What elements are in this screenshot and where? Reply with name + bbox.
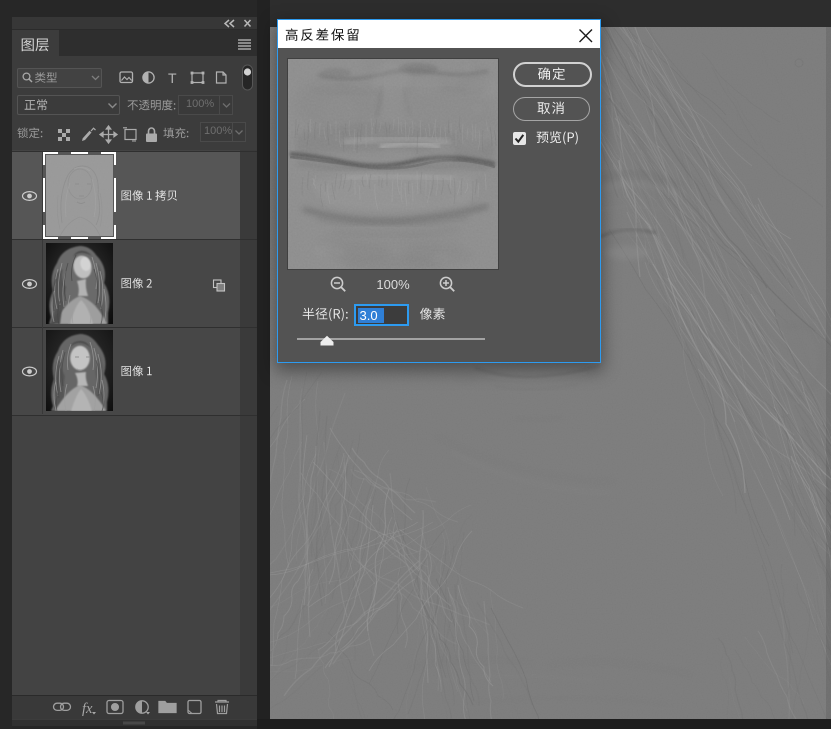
svg-text:T: T bbox=[168, 70, 177, 86]
svg-text:fx: fx bbox=[82, 701, 93, 717]
